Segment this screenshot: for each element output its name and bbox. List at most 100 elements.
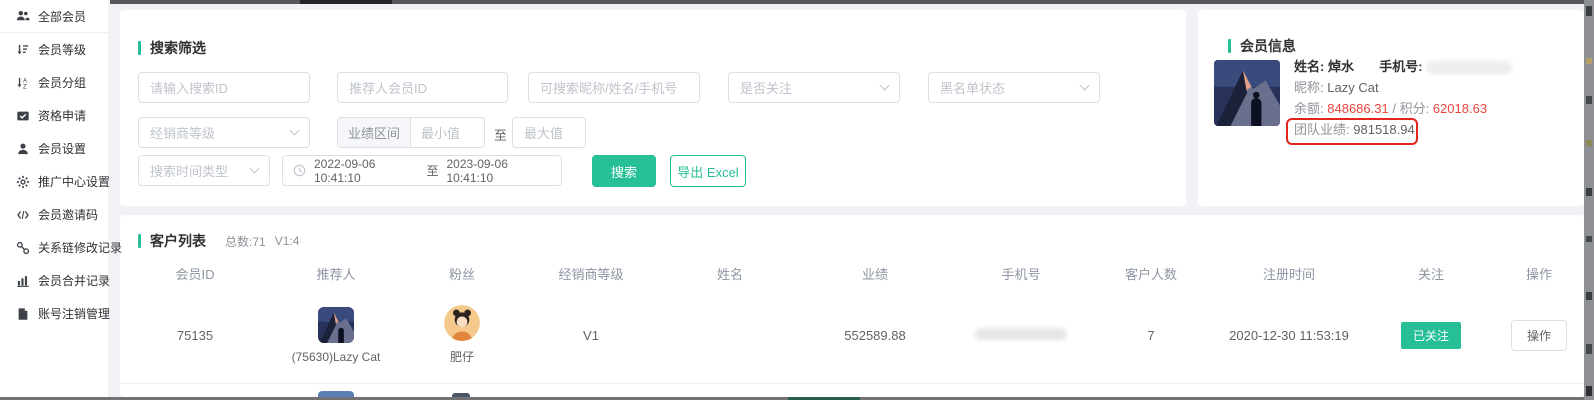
customer-list-panel: 客户列表 总数:71 V1:4 会员ID 推荐人 粉丝 经销商等级 姓名 业绩 … — [120, 215, 1584, 397]
col-action: 操作 — [1494, 264, 1584, 283]
bar-chart-icon — [16, 274, 30, 288]
table-header-row: 会员ID 推荐人 粉丝 经销商等级 姓名 业绩 手机号 客户人数 注册时间 关注… — [120, 259, 1584, 287]
search-time-type-select[interactable]: 搜索时间类型 — [138, 155, 270, 186]
sidebar-item-label: 账号注销管理 — [38, 305, 110, 322]
svg-text:Z: Z — [23, 83, 27, 89]
row-divider — [120, 383, 1584, 384]
customer-list-title: 客户列表 — [150, 231, 206, 251]
cell-fan-name: 肥仔 — [450, 348, 474, 365]
chevron-down-icon — [250, 164, 260, 174]
referrer-id-input[interactable]: 推荐人会员ID — [337, 72, 508, 103]
sidebar-item-merge-log[interactable]: 会员合并记录 — [0, 264, 108, 297]
users-icon — [16, 9, 30, 23]
sidebar-item-label: 资格申请 — [38, 107, 86, 124]
referrer-id-placeholder: 推荐人会员ID — [349, 78, 427, 97]
user-icon — [16, 142, 30, 156]
sidebar-item-invite-code[interactable]: 会员邀请码 — [0, 198, 108, 231]
folder-check-icon — [16, 109, 30, 123]
sidebar-item-label: 会员合并记录 — [38, 272, 110, 289]
team-performance-value: 981518.94 — [1353, 122, 1414, 137]
sidebar-item-label: 关系链修改记录 — [38, 239, 122, 256]
search-id-input[interactable]: 请输入搜索ID — [138, 72, 310, 103]
sort-alpha-icon: AZ — [16, 76, 30, 90]
col-register-time: 注册时间 — [1210, 264, 1368, 283]
filter-section-title: 搜索筛选 — [138, 38, 206, 58]
filter-section-title-text: 搜索筛选 — [150, 38, 206, 58]
sidebar: 全部会员 会员等级 AZ 会员分组 资格申请 会员设置 推广中心设置 会员邀请 — [0, 0, 108, 397]
member-info-panel: 会员信息 姓名: 焯水 手机号: 昵称: Lazy Cat 余额: 848686… — [1198, 10, 1584, 206]
cell-dealer-level: V1 — [522, 328, 660, 343]
col-phone: 手机号 — [950, 264, 1092, 283]
sidebar-item-all-members[interactable]: 全部会员 — [0, 0, 108, 33]
section-accent-bar — [138, 234, 141, 248]
date-range-input[interactable]: 2022-09-06 10:41:10 至 2023-09-06 10:41:1… — [282, 155, 562, 186]
file-icon — [16, 307, 30, 321]
phone-label: 手机号: — [1379, 59, 1422, 74]
date-separator: 至 — [426, 162, 438, 179]
blacklist-status-select[interactable]: 黑名单状态 — [928, 72, 1100, 103]
member-avatar — [1214, 60, 1280, 126]
sidebar-item-qualification[interactable]: 资格申请 — [0, 99, 108, 132]
range-to-label: 至 — [494, 125, 507, 144]
cell-register-time: 2020-12-30 11:53:19 — [1210, 328, 1368, 343]
link-icon — [16, 241, 30, 255]
col-dealer-level: 经销商等级 — [522, 264, 660, 283]
dealer-level-value: 经销商等级 — [150, 123, 215, 142]
sidebar-item-member-level[interactable]: 会员等级 — [0, 33, 108, 66]
referrer-avatar — [318, 307, 354, 343]
member-info-details: 姓名: 焯水 手机号: 昵称: Lazy Cat 余额: 848686.31 /… — [1294, 56, 1512, 140]
nickname-placeholder: 可搜索昵称/姓名/手机号 — [540, 78, 677, 97]
performance-range-group: 业绩区间 最小值 — [337, 117, 485, 148]
customer-total-count: 总数:71 — [225, 233, 266, 250]
col-name: 姓名 — [660, 264, 800, 283]
performance-min-input[interactable]: 最小值 — [411, 118, 470, 147]
sidebar-item-label: 会员邀请码 — [38, 206, 98, 223]
performance-max-placeholder: 最大值 — [524, 123, 563, 142]
chevron-down-icon — [290, 126, 300, 136]
nickname-value: Lazy Cat — [1327, 80, 1378, 95]
dealer-level-select[interactable]: 经销商等级 — [138, 117, 310, 148]
name-label: 姓名: — [1294, 59, 1324, 74]
code-icon — [16, 208, 30, 222]
team-performance-label: 团队业绩: — [1294, 122, 1350, 137]
chevron-down-icon — [1080, 81, 1090, 91]
chevron-down-icon — [880, 81, 890, 91]
cell-referrer-name: (75630)Lazy Cat — [292, 350, 381, 364]
sidebar-item-relation-chain-log[interactable]: 关系链修改记录 — [0, 231, 108, 264]
sidebar-item-account-cancellation[interactable]: 账号注销管理 — [0, 297, 108, 330]
date-end-value: 2023-09-06 10:41:10 — [447, 157, 551, 185]
followed-badge[interactable]: 已关注 — [1401, 322, 1461, 349]
gear-icon — [16, 175, 30, 189]
table-row: 75135 (75630)Lazy Cat — [120, 287, 1584, 383]
follow-status-select[interactable]: 是否关注 — [728, 72, 900, 103]
member-info-title: 会员信息 — [1228, 36, 1296, 56]
customer-v1-count: V1:4 — [275, 234, 300, 248]
sidebar-item-promotion-settings[interactable]: 推广中心设置 — [0, 165, 108, 198]
search-filter-panel: 搜索筛选 请输入搜索ID 推荐人会员ID 可搜索昵称/姓名/手机号 是否关注 黑… — [120, 10, 1186, 206]
sidebar-item-label: 全部会员 — [38, 8, 86, 25]
sidebar-item-label: 推广中心设置 — [38, 173, 110, 190]
right-screen-edge — [1584, 0, 1594, 400]
follow-select-value: 是否关注 — [740, 78, 792, 97]
section-accent-bar — [1228, 39, 1231, 53]
nickname-label: 昵称: — [1294, 80, 1324, 95]
browser-top-edge — [110, 0, 1584, 4]
clock-icon — [293, 164, 306, 177]
search-button[interactable]: 搜索 — [592, 155, 656, 187]
date-start-value: 2022-09-06 10:41:10 — [314, 157, 418, 185]
sidebar-item-member-group[interactable]: AZ 会员分组 — [0, 66, 108, 99]
member-info-title-text: 会员信息 — [1240, 36, 1296, 56]
sidebar-item-member-settings[interactable]: 会员设置 — [0, 132, 108, 165]
cell-customer-count: 7 — [1092, 328, 1210, 343]
export-excel-button[interactable]: 导出 Excel — [670, 155, 746, 187]
cell-performance: 552589.88 — [800, 328, 950, 343]
sidebar-item-label: 会员分组 — [38, 74, 86, 91]
sidebar-item-label: 会员等级 — [38, 41, 86, 58]
nickname-search-input[interactable]: 可搜索昵称/姓名/手机号 — [528, 72, 700, 103]
sort-amount-icon — [16, 43, 30, 57]
fan-avatar — [444, 305, 480, 341]
performance-max-input[interactable]: 最大值 — [512, 117, 586, 148]
col-follow: 关注 — [1368, 264, 1494, 283]
row-action-button[interactable]: 操作 — [1511, 320, 1567, 351]
sidebar-item-label: 会员设置 — [38, 140, 86, 157]
